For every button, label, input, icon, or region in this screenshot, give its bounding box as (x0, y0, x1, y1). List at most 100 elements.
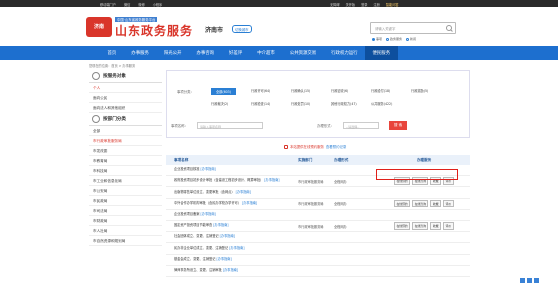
tray-icon[interactable] (527, 278, 532, 283)
matter-name-text[interactable]: 企业投资项目备案 (174, 212, 201, 216)
type-filter-chip[interactable]: 公共服务(422) (371, 101, 392, 106)
service-button[interactable]: 评价 (443, 199, 454, 208)
guide-link[interactable]: [办事指南] (242, 201, 257, 205)
matter-name[interactable]: 企业投资项目核准 [办事指南] (166, 167, 298, 172)
type-filter-chip[interactable]: 行政确认(15) (291, 88, 310, 93)
tray-icon[interactable] (534, 278, 539, 283)
guide-link[interactable]: [办事指南] (220, 234, 235, 238)
type-filter-chip[interactable]: 行政裁决(2) (211, 101, 228, 106)
topbar-link[interactable]: 关怀版 (346, 2, 356, 7)
sidebar-item[interactable]: 市科技局 (89, 166, 162, 176)
type-filter-chip[interactable]: 行政征收(6) (331, 88, 348, 93)
radio-dot-icon (386, 37, 390, 41)
nav-item[interactable]: 办事服务 (124, 46, 157, 60)
sidebar-item[interactable]: 全部 (89, 126, 162, 136)
topbar-link[interactable]: 微博 (138, 2, 144, 7)
type-filter-chip[interactable]: 全部(603) (211, 88, 236, 95)
sidebar-item[interactable]: 面向公民 (89, 93, 162, 103)
nav-item[interactable]: 阳光公开 (156, 46, 189, 60)
sidebar-item[interactable]: 市行政审批服务局 (89, 136, 162, 146)
service-button[interactable]: 收藏 (430, 222, 442, 230)
topbar-link[interactable]: 微信 (124, 2, 130, 7)
matter-name-text[interactable]: 社会团体成立、变更、注销登记 (174, 234, 220, 238)
matter-name[interactable]: 基金会成立、变更、注销登记 [办事指南] (166, 257, 298, 262)
brand-title[interactable]: 山东政务服务 (115, 22, 193, 39)
guide-link[interactable]: [办事指南] (223, 268, 238, 272)
sidebar-item[interactable]: 市人社局 (89, 226, 162, 236)
matter-name-text[interactable]: 出版物零售单位设立、变更审批（含网点） (174, 190, 236, 194)
matter-name-text[interactable]: 政府投资项目初步设计审批（含建设工程初步设计、概算审批） (174, 178, 264, 182)
matter-name-text[interactable]: 中外合作办学机构审批（含民办学校办学许可） (174, 201, 242, 205)
guide-link[interactable]: [办事指南] (229, 246, 244, 250)
topbar-link[interactable]: 小程序 (153, 2, 163, 7)
topbar-link[interactable]: 移动端门户 (100, 2, 116, 7)
nav-item[interactable]: 办事咨询 (189, 46, 222, 60)
type-filter-chip[interactable]: 行政给付(18) (371, 88, 390, 93)
matter-name-text[interactable]: 基金会成立、变更、注销登记 (174, 257, 216, 261)
matter-name[interactable]: 政府投资项目初步设计审批（含建设工程初步设计、概算审批） [办事指南] (166, 178, 298, 183)
sidebar-item[interactable]: 市教育局 (89, 156, 162, 166)
matter-name[interactable]: 律师事务所设立、变更、注销审批 [办事指南] (166, 268, 298, 273)
sidebar-item[interactable]: 市发改委 (89, 146, 162, 156)
search-input[interactable]: 请输入关键字 (370, 22, 456, 34)
sidebar-item[interactable]: 市自然资源和规划局 (89, 236, 162, 246)
sidebar-item[interactable]: 个人 (89, 83, 162, 93)
guide-link[interactable]: [办事指南] (236, 190, 251, 194)
site-logo[interactable]: 济南 (86, 17, 112, 37)
sidebar-item[interactable]: 市财政局 (89, 216, 162, 226)
nav-item[interactable]: 好差评 (222, 46, 250, 60)
type-filter-chip[interactable]: 行政处罚(10) (291, 101, 310, 106)
matter-name[interactable]: 固定资产投资项目节能审查 [办事指南] (166, 223, 298, 228)
search-button[interactable]: 搜 索 (389, 121, 407, 130)
matter-name-text[interactable]: 律师事务所设立、变更、注销审批 (174, 268, 223, 272)
guide-link[interactable]: [办事指南] (201, 212, 216, 216)
guide-link[interactable]: [办事指南] (201, 167, 216, 171)
guide-link[interactable]: [办事指南] (264, 178, 279, 182)
sidebar-section-department[interactable]: 按部门分类 (89, 113, 162, 126)
nav-item[interactable]: 公共资源交易 (282, 46, 323, 60)
matter-name-text[interactable]: 民办非企业单位成立、变更、注销登记 (174, 246, 229, 250)
sidebar-section-service-object[interactable]: 按服务对象 (89, 70, 162, 83)
sidebar-item[interactable]: 面向法人和其他组织 (89, 103, 162, 113)
tray-icon[interactable] (520, 278, 525, 283)
matter-name[interactable]: 中外合作办学机构审批（含民办学校办学许可） [办事指南] (166, 201, 298, 206)
service-button[interactable]: 在线预约 (394, 222, 411, 230)
appointment-record-link[interactable]: 查看预约记录 (326, 144, 346, 149)
matter-name[interactable]: 社会团体成立、变更、注销登记 [办事指南] (166, 234, 298, 239)
type-filter-chip[interactable]: 行政检查(14) (251, 101, 270, 106)
city-switch-button[interactable]: 切换城市 (232, 25, 252, 33)
sidebar-item[interactable]: 市民政局 (89, 196, 162, 206)
search-scope-radio[interactable]: 事项 (372, 37, 382, 41)
nav-item[interactable]: 首页 (100, 46, 124, 60)
nav-item[interactable]: 行政权力运行 (324, 46, 365, 60)
guide-link[interactable]: [办事指南] (213, 223, 228, 227)
matter-name-text[interactable]: 企业投资项目核准 (174, 167, 201, 171)
nav-item[interactable]: 中介超市 (250, 46, 283, 60)
service-button[interactable]: 在线预约 (394, 199, 411, 208)
mode-select[interactable]: --请选择-- (343, 122, 379, 129)
type-filter-chip[interactable]: 行政许可(64) (251, 88, 270, 93)
search-scope-radio[interactable]: 新闻 (406, 37, 416, 41)
topbar-link[interactable]: 智能问答 (386, 2, 399, 7)
type-filter-chip[interactable]: 其他行政权力(47) (331, 101, 357, 106)
matter-name[interactable]: 企业投资项目备案 [办事指南] (166, 212, 298, 217)
sidebar-item[interactable]: 市工业和信息化局 (89, 176, 162, 186)
type-filter-chip[interactable]: 行政奖励(5) (411, 88, 428, 93)
nav-item[interactable]: 便民服务 (365, 46, 398, 60)
keyword-input[interactable]: 请输入事项名称 (197, 122, 263, 129)
service-button[interactable]: 评价 (443, 222, 454, 230)
sidebar-item[interactable]: 市公安局 (89, 186, 162, 196)
service-button[interactable]: 在线咨询 (412, 199, 429, 208)
sidebar-item[interactable]: 市司法局 (89, 206, 162, 216)
topbar-link[interactable]: 登录 (361, 2, 367, 7)
matter-name[interactable]: 民办非企业单位成立、变更、注销登记 [办事指南] (166, 246, 298, 251)
matter-name-text[interactable]: 固定资产投资项目节能审查 (174, 223, 213, 227)
topbar-link[interactable]: 无障碍 (330, 2, 340, 7)
search-scope-radio[interactable]: 政务服务 (386, 37, 402, 41)
matter-name[interactable]: 出版物零售单位设立、变更审批（含网点） [办事指南] (166, 190, 298, 195)
service-button[interactable]: 在线咨询 (412, 222, 429, 230)
search-icon[interactable] (446, 25, 452, 31)
topbar-link[interactable]: 注册 (374, 2, 380, 7)
guide-link[interactable]: [办事指南] (216, 257, 231, 261)
service-button[interactable]: 收藏 (430, 199, 442, 208)
